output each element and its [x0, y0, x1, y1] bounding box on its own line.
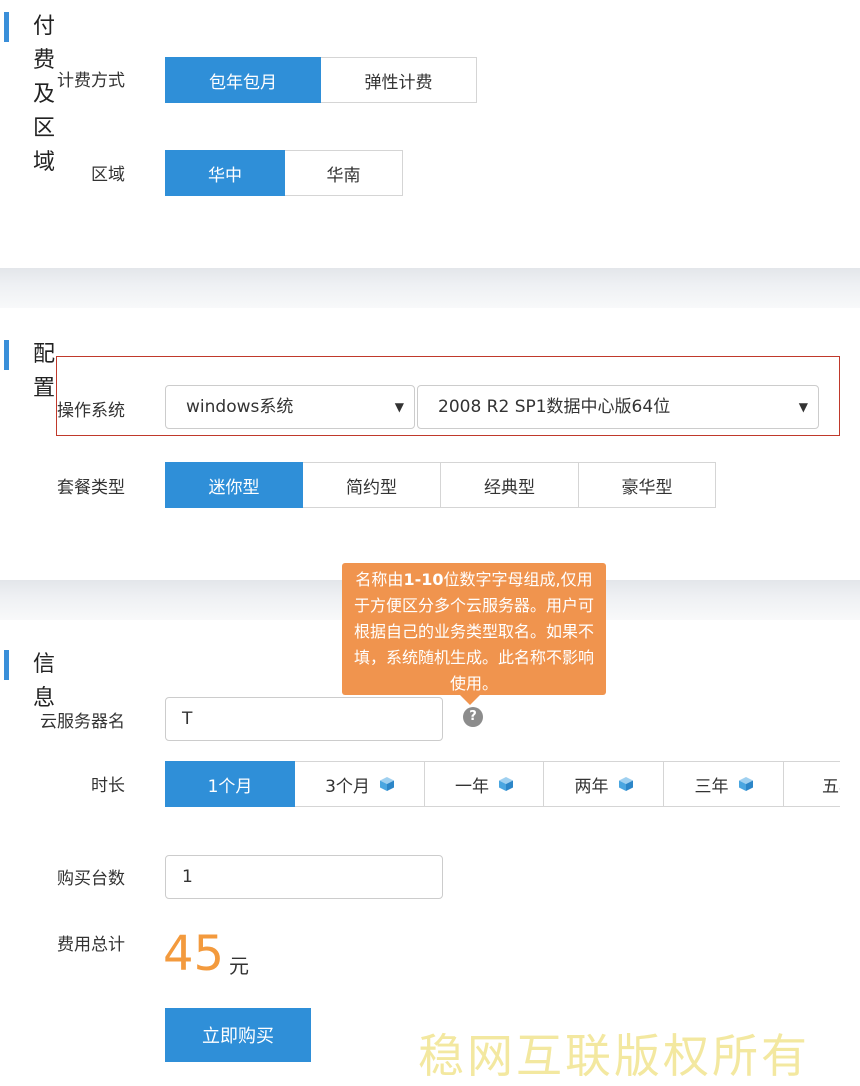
- package-option-simple[interactable]: 简约型: [303, 462, 441, 508]
- server-name-label: 云服务器名: [40, 712, 125, 732]
- package-options: 迷你型 简约型 经典型 豪华型: [165, 462, 716, 508]
- cube-icon: [618, 777, 633, 791]
- total-label: 费用总计: [57, 935, 125, 955]
- server-name-input[interactable]: T: [165, 697, 443, 741]
- help-icon[interactable]: ?: [463, 707, 483, 727]
- region-options: 华中 华南: [165, 150, 403, 196]
- duration-option-3-months[interactable]: 3个月: [295, 761, 425, 807]
- server-name-tooltip: 名称由1-10位数字字母组成,仅用于方便区分多个云服务器。用户可根据自己的业务类…: [342, 563, 606, 705]
- quantity-value: 1: [182, 867, 193, 887]
- package-option-mini[interactable]: 迷你型: [165, 462, 303, 508]
- duration-option-label: 一年: [455, 776, 489, 797]
- section-title-text: 付费及区域: [33, 14, 56, 175]
- total-price: 45: [163, 926, 225, 982]
- duration-option-label: 3个月: [325, 776, 370, 797]
- section-title-text: 信息: [33, 652, 56, 711]
- cube-icon: [379, 777, 394, 791]
- duration-option-5-years[interactable]: 五年: [784, 761, 840, 807]
- duration-option-label: 三年: [694, 776, 729, 797]
- quantity-input[interactable]: 1: [165, 855, 443, 899]
- tooltip-bold: 1-10: [403, 570, 444, 589]
- package-option-luxury[interactable]: 豪华型: [579, 462, 716, 508]
- duration-option-2-years[interactable]: 两年: [544, 761, 664, 807]
- duration-option-label: 五年: [822, 776, 840, 797]
- duration-option-1-year[interactable]: 一年: [425, 761, 544, 807]
- region-option-south[interactable]: 华南: [285, 150, 403, 196]
- package-option-classic[interactable]: 经典型: [441, 462, 579, 508]
- tooltip-text: 名称由: [355, 570, 404, 589]
- buy-now-button[interactable]: 立即购买: [165, 1008, 311, 1062]
- duration-option-3-years[interactable]: 三年: [664, 761, 784, 807]
- section-divider: [0, 268, 860, 308]
- region-option-central[interactable]: 华中: [165, 150, 285, 196]
- quantity-label: 购买台数: [57, 869, 125, 889]
- section-bar: [4, 340, 9, 370]
- duration-label: 时长: [91, 776, 125, 796]
- billing-option-elastic[interactable]: 弹性计费: [321, 57, 477, 103]
- duration-option-1-month[interactable]: 1个月: [165, 761, 295, 807]
- duration-options: 1个月 3个月 一年 两年 三年 五年: [165, 761, 840, 807]
- highlight-box: [56, 356, 840, 436]
- cube-icon: [499, 777, 513, 791]
- duration-option-label: 两年: [574, 776, 609, 797]
- section-bar: [4, 650, 9, 680]
- billing-option-yearly-monthly[interactable]: 包年包月: [165, 57, 321, 103]
- duration-option-label: 1个月: [207, 776, 253, 797]
- section-bar: [4, 12, 9, 42]
- billing-label: 计费方式: [57, 71, 125, 91]
- region-label: 区域: [91, 165, 125, 185]
- total-unit: 元: [229, 954, 249, 978]
- watermark: 稳网互联版权所有: [418, 1029, 810, 1083]
- package-label: 套餐类型: [57, 478, 125, 498]
- cube-icon: [738, 777, 753, 791]
- billing-options: 包年包月 弹性计费: [165, 57, 477, 103]
- server-name-value: T: [182, 709, 193, 729]
